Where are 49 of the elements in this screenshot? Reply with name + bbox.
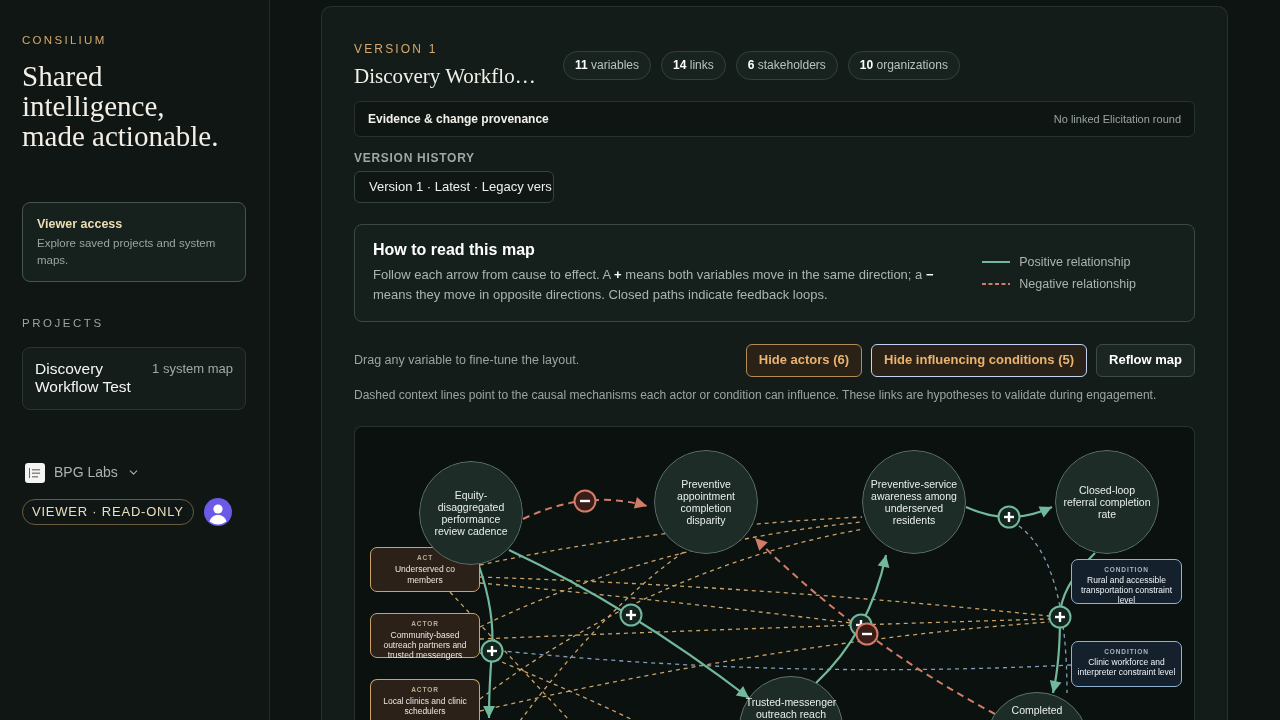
provenance-status: No linked Elicitation round bbox=[1053, 111, 1181, 127]
toolbar-button[interactable]: Reflow map bbox=[1096, 343, 1195, 377]
toolbar-button[interactable]: Hide influencing conditions (5) bbox=[871, 343, 1088, 377]
organization-switcher[interactable]: BPG Labs bbox=[22, 462, 140, 483]
minus-sign-icon bbox=[573, 489, 597, 513]
plus-sign-icon bbox=[619, 603, 643, 627]
version-label: VERSION 1 bbox=[354, 42, 439, 56]
stat-pill: 14 links bbox=[661, 50, 726, 80]
actor-name: Local clinics and clinic schedulers bbox=[382, 695, 468, 716]
guide-text: Follow each arrow from cause to effect. A + means both variables move in the same direction; a − means they move in opposite directions. Closed paths indicate feedback loops. bbox=[373, 266, 935, 305]
legend-label: Negative relationship bbox=[1019, 276, 1136, 291]
context-note: Dashed context lines point to the causal mechanisms each actor or condition can influence. These links are hypotheses to validate during engagement. bbox=[354, 387, 1158, 402]
version-select[interactable]: Version 1 · Latest · Legacy vers bbox=[354, 170, 554, 203]
actor-name: Community-based outreach partners and trusted messengers bbox=[382, 629, 468, 660]
plus-sign-icon bbox=[997, 505, 1021, 529]
provenance-bar[interactable]: Evidence & change provenance No linked Elicitation round bbox=[354, 101, 1195, 137]
plus-sign-icon bbox=[480, 639, 504, 663]
actor-name: Underserved co bbox=[395, 563, 455, 574]
project-meta: 1 system map bbox=[152, 360, 233, 378]
user-avatar-icon[interactable] bbox=[203, 498, 232, 526]
stat-pill: 6 stakeholders bbox=[735, 50, 838, 80]
projects-heading: PROJECTS bbox=[22, 317, 104, 329]
dashed-line-icon bbox=[982, 282, 1011, 285]
access-text: Explore saved projects and system maps. bbox=[37, 236, 217, 268]
condition-name: Clinic workforce and interpreter constraint level bbox=[1076, 656, 1177, 677]
variable-node[interactable]: Trusted-messenger outreach reach bbox=[739, 675, 843, 720]
map-title: Discovery Workflo… bbox=[354, 64, 534, 88]
access-title: Viewer access bbox=[37, 216, 124, 232]
logo-icon bbox=[25, 462, 45, 483]
project-card[interactable]: Discovery Workflow Test 1 system map bbox=[22, 347, 246, 410]
minus-sign-icon bbox=[855, 622, 879, 646]
layout-hint: Drag any variable to fine-tune the layout. bbox=[354, 351, 580, 369]
variable-node[interactable]: Preventive-service awareness among underserved residents bbox=[862, 449, 966, 554]
guide-title: How to read this map bbox=[373, 240, 536, 261]
provenance-title: Evidence & change provenance bbox=[368, 110, 549, 128]
version-history-label: VERSION HISTORY bbox=[354, 151, 476, 165]
brand-name: CONSILIUM bbox=[22, 34, 107, 46]
stat-pill: 10 organizations bbox=[847, 50, 960, 80]
legend-label: Positive relationship bbox=[1019, 254, 1131, 269]
variable-node[interactable]: Preventive appointment completion disparity bbox=[654, 449, 758, 554]
variable-node[interactable]: Closed-loop referral completion rate bbox=[1055, 449, 1159, 554]
plus-sign-icon bbox=[1048, 605, 1072, 629]
condition-name: Rural and accessible transportation constraint level bbox=[1079, 574, 1174, 605]
toolbar-button[interactable]: Hide actors (6) bbox=[745, 343, 863, 377]
solid-line-icon bbox=[982, 260, 1011, 263]
actor-name: members bbox=[407, 574, 443, 585]
stat-pill: 11 variables bbox=[563, 50, 652, 80]
project-name: Discovery Workflow Test bbox=[35, 360, 132, 396]
headline: Shared intelligence, made actionable. bbox=[22, 61, 220, 151]
